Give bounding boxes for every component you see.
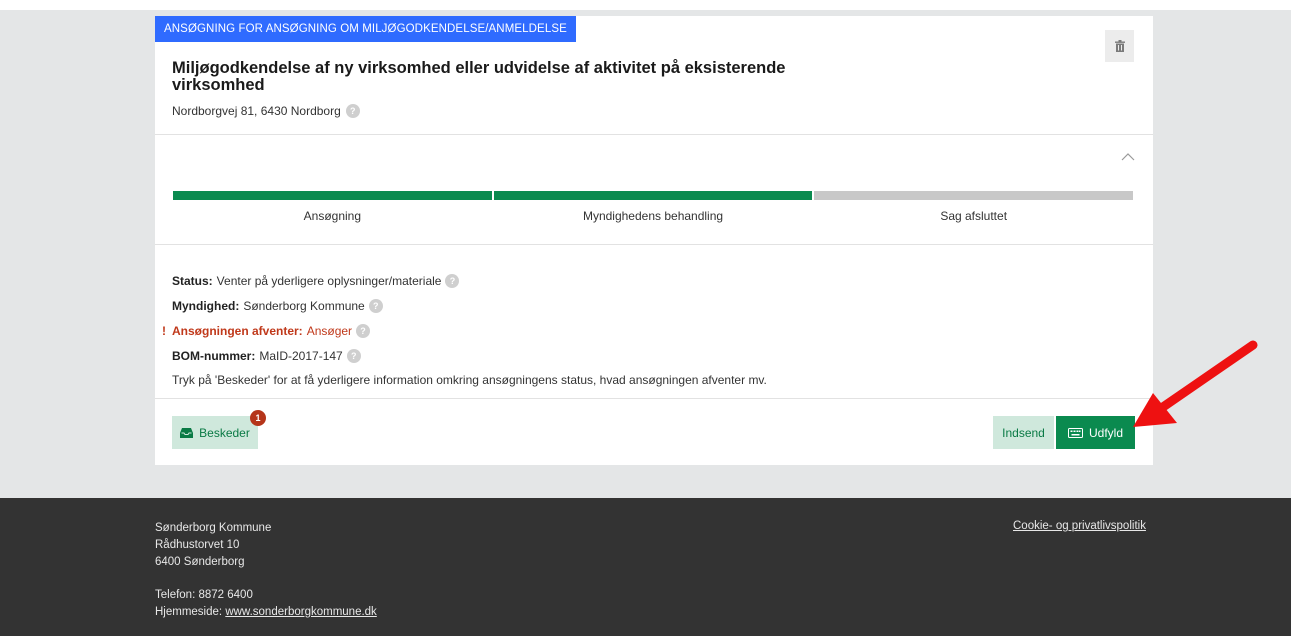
alert-icon: ! — [162, 323, 166, 338]
trash-icon — [1114, 40, 1125, 52]
info-note: Tryk på 'Beskeder' for at få yderligere … — [172, 373, 767, 387]
footer-website-link[interactable]: www.sonderborgkommune.dk — [225, 606, 377, 618]
divider — [155, 244, 1153, 245]
bom-value: MaID-2017-147 — [259, 348, 343, 363]
submit-button[interactable]: Indsend — [993, 416, 1054, 449]
awaiting-label: Ansøgningen afventer: — [172, 323, 303, 338]
collapse-toggle[interactable] — [1119, 148, 1137, 166]
footer-phone: Telefon: 8872 6400 — [155, 589, 253, 601]
application-card: ANSØGNING FOR ANSØGNING OM MILJØGODKENDE… — [155, 16, 1153, 465]
progress-step-label: Myndighedens behandling — [582, 209, 724, 223]
chevron-up-icon — [1121, 153, 1135, 161]
bom-row: BOM-nummer: MaID-2017-147 ? — [172, 343, 767, 368]
progress-step-application: Ansøgning — [173, 191, 492, 223]
authority-row: Myndighed: Sønderborg Kommune ? — [172, 293, 767, 318]
authority-value: Sønderborg Kommune — [243, 298, 365, 313]
footer-contact: Sønderborg Kommune Rådhustorvet 10 6400 … — [155, 520, 377, 621]
footer: Sønderborg Kommune Rådhustorvet 10 6400 … — [0, 498, 1291, 636]
address-text: Nordborgvej 81, 6430 Nordborg — [172, 104, 341, 118]
awaiting-row: ! Ansøgningen afventer: Ansøger ? — [162, 318, 767, 343]
status-info: Status: Venter på yderligere oplysninger… — [162, 268, 767, 393]
application-title: Miljøgodkendelse af ny virksomhed eller … — [172, 59, 786, 94]
fill-in-button[interactable]: Udfyld — [1056, 416, 1135, 449]
progress-step-label: Ansøgning — [303, 209, 362, 223]
progress-bar-segment — [814, 191, 1134, 200]
progress-bar-segment — [173, 191, 492, 200]
progress-step-processing: Myndighedens behandling — [493, 191, 813, 223]
help-icon[interactable]: ? — [346, 348, 361, 363]
footer-website-prefix: Hjemmeside: — [155, 606, 223, 618]
divider — [155, 134, 1153, 135]
progress-step-label: Sag afsluttet — [940, 209, 1008, 223]
footer-org: Sønderborg Kommune — [155, 522, 272, 534]
help-icon[interactable]: ? — [368, 298, 383, 313]
help-icon[interactable]: ? — [356, 323, 371, 338]
status-label: Status: — [172, 273, 213, 288]
divider — [155, 398, 1153, 399]
fill-in-label: Udfyld — [1088, 425, 1123, 440]
status-value: Venter på yderligere oplysninger/materia… — [216, 273, 442, 288]
inbox-icon — [180, 427, 194, 438]
help-icon[interactable]: ? — [345, 104, 360, 118]
progress-bar-segment — [493, 191, 813, 200]
progress-step-closed: Sag afsluttet — [814, 191, 1134, 223]
delete-button[interactable] — [1105, 30, 1134, 62]
help-icon[interactable]: ? — [445, 273, 460, 288]
status-row: Status: Venter på yderligere oplysninger… — [172, 268, 767, 293]
progress-tracker: Ansøgning Myndighedens behandling Sag af… — [173, 191, 1134, 223]
footer-street: Rådhustorvet 10 — [155, 539, 240, 551]
address: Nordborgvej 81, 6430 Nordborg ? — [172, 104, 360, 118]
footer-links: Cookie- og privatlivspolitik — [1013, 520, 1146, 532]
authority-label: Myndighed: — [172, 298, 240, 313]
awaiting-value: Ansøger — [306, 323, 353, 338]
footer-website-row: Hjemmeside: www.sonderborgkommune.dk — [155, 604, 377, 621]
messages-button[interactable]: Beskeder 1 — [172, 410, 266, 449]
messages-count-badge: 1 — [250, 410, 266, 426]
bom-label: BOM-nummer: — [172, 348, 256, 363]
privacy-policy-link[interactable]: Cookie- og privatlivspolitik — [1013, 520, 1146, 532]
footer-city: 6400 Sønderborg — [155, 556, 245, 568]
messages-label: Beskeder — [199, 425, 250, 440]
application-type-badge: ANSØGNING FOR ANSØGNING OM MILJØGODKENDE… — [155, 16, 576, 42]
keyboard-icon — [1067, 427, 1083, 438]
